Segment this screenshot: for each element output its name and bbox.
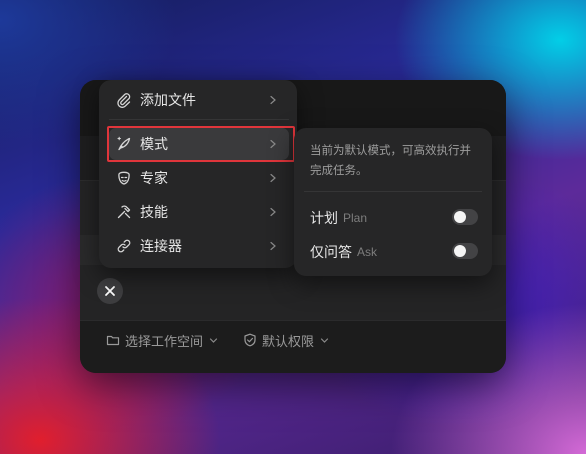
menu-item-label: 添加文件 [140, 93, 196, 109]
menu-item-label: 技能 [140, 205, 168, 221]
option-label: 仅问答 [310, 245, 352, 261]
link-icon [116, 238, 132, 254]
expert-icon [116, 170, 132, 186]
option-label: 计划 [310, 211, 338, 227]
plan-toggle[interactable] [452, 209, 478, 225]
add-menu: 添加文件 模式 专家 技能 连接器 [99, 80, 297, 268]
annotation-highlight-box [107, 126, 295, 162]
mode-option-plan[interactable]: 计划 Plan [310, 206, 478, 230]
permission-selector[interactable]: 默认权限 [243, 328, 329, 352]
close-icon [105, 286, 115, 296]
tools-icon [116, 204, 132, 220]
menu-item-label: 连接器 [140, 239, 182, 255]
chevron-down-icon [209, 337, 218, 343]
toggle-knob [454, 245, 466, 257]
chevron-right-icon [269, 95, 277, 105]
mode-submenu: 当前为默认模式，可高效执行并完成任务。 计划 Plan 仅问答 Ask [294, 128, 492, 276]
toggle-knob [454, 211, 466, 223]
option-sublabel: Plan [343, 211, 368, 225]
menu-divider [109, 119, 289, 120]
chevron-down-icon [320, 337, 329, 343]
submenu-divider [304, 191, 482, 192]
mode-description: 当前为默认模式，可高效执行并完成任务。 [310, 143, 471, 177]
chevron-right-icon [269, 207, 277, 217]
workspace-selector-label: 选择工作空间 [125, 334, 204, 350]
workspace-selector[interactable]: 选择工作空间 [106, 328, 218, 352]
paperclip-icon [116, 92, 132, 108]
menu-item-connectors[interactable]: 连接器 [109, 230, 289, 262]
menu-item-expert[interactable]: 专家 [109, 162, 289, 194]
shield-check-icon [244, 333, 256, 347]
mode-option-ask[interactable]: 仅问答 Ask [310, 240, 478, 264]
ask-toggle[interactable] [452, 243, 478, 259]
option-sublabel: Ask [357, 245, 378, 259]
menu-item-label: 专家 [140, 171, 168, 187]
chevron-right-icon [269, 173, 277, 183]
menu-item-skills[interactable]: 技能 [109, 196, 289, 228]
menu-item-add-file[interactable]: 添加文件 [109, 84, 289, 116]
permission-selector-label: 默认权限 [262, 334, 315, 350]
folder-icon [106, 335, 120, 346]
chevron-right-icon [269, 241, 277, 251]
close-button[interactable] [97, 278, 123, 304]
